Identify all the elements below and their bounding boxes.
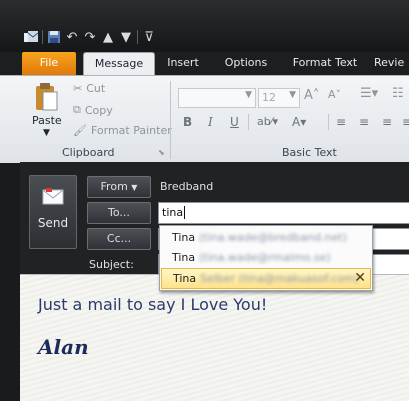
to-field-value: tina [162,206,184,219]
brush-icon: 🖌 [73,124,87,137]
contact-name: Tina [173,272,197,285]
subject-label: Subject: [89,258,134,271]
clipboard-group-label: Clipboard [62,146,115,159]
cc-button[interactable]: Cc... [87,228,151,250]
bold-icon[interactable]: B [183,115,192,129]
redo-icon[interactable]: ↷ [81,28,99,46]
contact-name: Tina [172,251,196,264]
message-text: Just a mail to say I Love You! [38,295,268,314]
separator [42,30,43,44]
align-right-icon[interactable]: ≡ [382,115,392,129]
chevron-down-icon[interactable]: ▼ [289,90,296,100]
justify-icon[interactable]: ≡ [402,115,409,129]
scissors-icon: ✂ [73,82,83,95]
send-label: Send [37,216,69,230]
quick-access-toolbar: ↶ ↷ ▲ ▼ ⊽ [22,28,158,46]
text-cursor [184,206,185,219]
customize-toolbar-icon[interactable]: ⊽ [140,28,158,46]
paste-button[interactable]: Paste [32,114,62,127]
font-name-combo[interactable]: ▼ [178,88,256,108]
numbering-icon[interactable]: ☷ [392,86,404,101]
undo-icon[interactable]: ↶ [63,28,81,46]
tab-options[interactable]: Options [217,52,275,75]
align-left-icon[interactable]: ≡ [336,115,346,129]
autocomplete-list: Tina (tina.wade@bredband.net) Tina (tina… [159,225,373,291]
tab-format-text[interactable]: Format Text [286,52,364,75]
autocomplete-item[interactable]: Tina (tina.wade@rmalmo.se) [161,248,371,267]
outlook-icon[interactable] [22,28,40,46]
contact-name: Tina [172,231,196,244]
copy-label: Copy [84,103,113,117]
save-icon[interactable] [45,28,63,46]
chevron-down-icon[interactable]: ▼ [43,128,50,138]
autocomplete-item[interactable]: Tina (tina.wade@bredband.net) [161,228,371,247]
font-size-combo[interactable]: 12 ▼ [258,88,300,108]
copy-button[interactable]: ⧉ Copy [73,103,113,117]
message-body[interactable]: Just a mail to say I Love You! Alan [20,274,409,401]
separator [137,30,138,44]
basic-text-group-label: Basic Text [282,146,337,159]
cut-label: Cut [86,82,106,95]
to-field[interactable]: tina [158,202,409,224]
font-size-value: 12 [262,91,276,104]
format-painter-button[interactable]: 🖌 Format Painter [73,124,172,137]
dialog-launcher-icon[interactable]: ⬊ [158,148,165,157]
contact-address: (tina.wade@bredband.net) [199,231,347,244]
from-label: From [100,180,128,193]
cut-button[interactable]: ✂ Cut [73,82,105,95]
chevron-down-icon: ▼ [131,183,138,192]
to-button[interactable]: To... [87,202,151,224]
paste-icon[interactable] [34,82,58,112]
contact-address: Selber (tina@makuasof.com) [200,272,359,285]
bullets-icon[interactable]: ☰▾ [360,86,378,101]
chevron-down-icon[interactable]: ▼ [245,90,252,100]
separator [328,114,329,130]
remove-icon[interactable]: ✕ [354,269,366,288]
tab-insert[interactable]: Insert [160,52,206,75]
highlight-icon[interactable]: ab⁄▾ [257,115,278,128]
from-button[interactable]: From ▼ [87,176,151,198]
autocomplete-item-selected[interactable]: Tina Selber (tina@makuasof.com) ✕ [161,268,371,289]
from-value: Bredband [160,180,214,193]
group-separator [170,81,171,159]
send-button[interactable]: Send [29,175,77,249]
envelope-icon [42,188,64,205]
font-color-icon[interactable]: A▾ [292,115,306,129]
tab-review[interactable]: Revie [374,52,409,75]
tab-message[interactable]: Message [83,52,155,76]
italic-icon[interactable]: I [208,115,213,129]
format-painter-label: Format Painter [90,124,172,137]
ribbon: Paste ▼ ✂ Cut ⧉ Copy 🖌 Format Painter Cl… [0,75,409,163]
underline-icon[interactable]: U [230,115,239,129]
copy-icon: ⧉ [73,103,81,116]
ribbon-tabs: File Message Insert Options Format Text … [0,52,409,76]
signature: Alan [38,335,89,359]
tab-file[interactable]: File [22,52,76,75]
arrow-down-icon[interactable]: ▼ [117,28,135,46]
separator [248,114,249,130]
grow-font-icon[interactable]: A˄ [304,88,319,103]
align-center-icon[interactable]: ≡ [359,115,369,129]
shrink-font-icon[interactable]: A˅ [328,88,341,101]
contact-address: (tina.wade@rmalmo.se) [199,251,331,264]
arrow-up-icon[interactable]: ▲ [99,28,117,46]
